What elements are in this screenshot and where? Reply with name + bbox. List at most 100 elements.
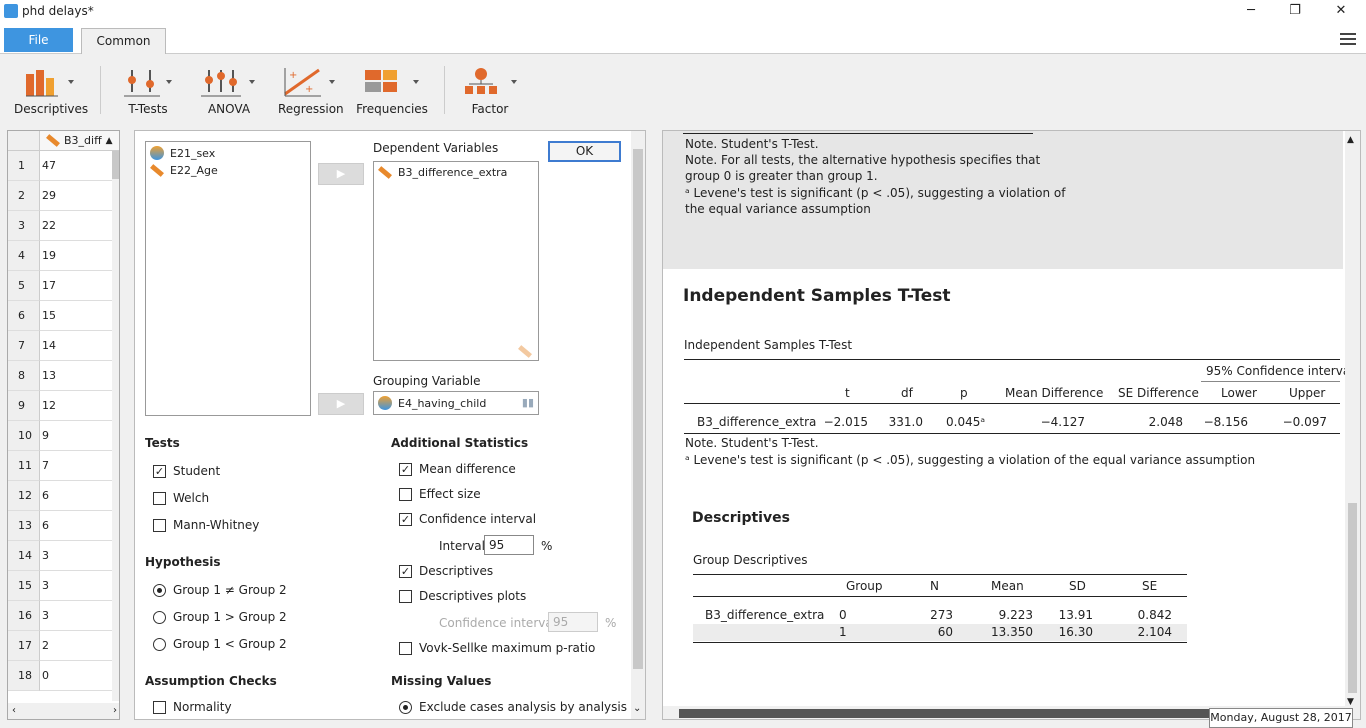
row-number[interactable]: 1 — [8, 151, 40, 181]
variable-label: E21_sex — [170, 146, 216, 160]
data-grid[interactable]: B3_diff ▲ 1 47 2 29 3 22 4 19 5 17 6 15 7 14 8 13 9 12 10 9… — [7, 130, 120, 720]
table-cell[interactable]: 6 — [40, 481, 112, 511]
row-number[interactable]: 16 — [8, 601, 40, 631]
row-number[interactable]: 9 — [8, 391, 40, 421]
row-number[interactable]: 18 — [8, 661, 40, 691]
plot-ci-input[interactable]: 95 — [548, 612, 598, 632]
ttests-button[interactable]: T-Tests — [118, 62, 178, 118]
move-to-dependent-button[interactable]: ▶ — [318, 163, 364, 185]
analysis-scrollbar[interactable]: ⌄ — [631, 131, 645, 719]
list-item[interactable]: E4_having_child — [378, 396, 486, 410]
row-number[interactable]: 13 — [8, 511, 40, 541]
previous-result-area — [663, 131, 1343, 269]
welch-checkbox[interactable]: Welch — [153, 491, 209, 505]
list-item[interactable]: E21_sex — [150, 146, 215, 160]
ok-button[interactable]: OK — [548, 141, 621, 162]
checkbox-icon: ✓ — [153, 464, 166, 478]
scroll-left-icon[interactable]: ‹ — [12, 703, 16, 719]
table-cell[interactable]: 19 — [40, 241, 112, 271]
hypothesis-radio-gt[interactable]: Group 1 > Group 2 — [153, 610, 287, 624]
percent-label: % — [605, 616, 617, 630]
table-cell[interactable]: 7 — [40, 451, 112, 481]
assumption-checks-heading: Assumption Checks — [145, 674, 277, 688]
table-cell[interactable]: 3 — [40, 601, 112, 631]
row-number[interactable]: 4 — [8, 241, 40, 271]
row-number[interactable]: 12 — [8, 481, 40, 511]
regression-button[interactable]: + + Regression — [278, 62, 344, 118]
table-cell: 2.104 — [1137, 625, 1172, 639]
descriptives-plots-checkbox[interactable]: Descriptives plots — [399, 589, 526, 603]
effect-size-checkbox[interactable]: Effect size — [399, 487, 481, 501]
descriptives-button[interactable]: Descriptives — [14, 62, 88, 118]
table-cell[interactable]: 12 — [40, 391, 112, 421]
results-vscrollbar[interactable]: ▲ ▼ — [1345, 131, 1360, 719]
table-cell[interactable]: 47 — [40, 151, 112, 181]
grouping-variable-box[interactable]: E4_having_child ▮▮ — [373, 391, 539, 415]
confidence-interval-checkbox[interactable]: ✓ Confidence interval — [399, 512, 536, 526]
table-cell[interactable]: 22 — [40, 211, 112, 241]
column-header[interactable]: B3_diff ▲ — [40, 131, 119, 151]
table-cell[interactable]: 17 — [40, 271, 112, 301]
normality-checkbox[interactable]: Normality — [153, 700, 232, 714]
table-cell[interactable]: 9 — [40, 421, 112, 451]
row-number[interactable]: 6 — [8, 301, 40, 331]
hypothesis-radio-ne[interactable]: Group 1 ≠ Group 2 — [153, 583, 287, 597]
table-cell[interactable]: 2 — [40, 631, 112, 661]
table-cell: 9.223 — [998, 608, 1033, 622]
table-cell[interactable]: 14 — [40, 331, 112, 361]
option-label: Normality — [173, 700, 232, 714]
close-button[interactable]: ✕ — [1318, 0, 1364, 24]
table-cell[interactable]: 15 — [40, 301, 112, 331]
exclude-radio[interactable]: Exclude cases analysis by analysis — [399, 700, 627, 714]
dependent-variables-box[interactable]: B3_difference_extra — [373, 161, 539, 361]
row-number[interactable]: 7 — [8, 331, 40, 361]
hypothesis-radio-lt[interactable]: Group 1 < Group 2 — [153, 637, 287, 651]
maximize-button[interactable]: ❐ — [1272, 0, 1318, 24]
student-checkbox[interactable]: ✓ Student — [153, 464, 220, 478]
factor-button[interactable]: Factor — [464, 62, 517, 118]
mann-whitney-checkbox[interactable]: Mann-Whitney — [153, 518, 259, 532]
list-item[interactable]: B3_difference_extra — [378, 166, 507, 179]
hamburger-icon[interactable] — [1340, 32, 1356, 46]
row-number[interactable]: 8 — [8, 361, 40, 391]
row-number[interactable]: 2 — [8, 181, 40, 211]
row-number[interactable]: 10 — [8, 421, 40, 451]
row-number[interactable]: 3 — [8, 211, 40, 241]
tab-common[interactable]: Common — [81, 28, 166, 54]
frequencies-label: Frequencies — [356, 102, 428, 116]
table-cell[interactable]: 13 — [40, 361, 112, 391]
vovk-sellke-checkbox[interactable]: Vovk-Sellke maximum p-ratio — [399, 641, 595, 655]
chevron-up-icon[interactable]: ▲ — [1347, 135, 1354, 145]
table-cell: −8.156 — [1203, 415, 1248, 429]
row-number[interactable]: 11 — [8, 451, 40, 481]
grid-hscrollbar[interactable]: ‹ › — [8, 703, 119, 719]
interval-input[interactable]: 95 — [484, 535, 534, 555]
grid-vscrollbar[interactable] — [112, 151, 119, 701]
minimize-button[interactable]: ─ — [1228, 0, 1274, 24]
list-item[interactable]: E22_Age — [150, 164, 218, 177]
table-rule — [684, 433, 1340, 434]
row-number[interactable]: 5 — [8, 271, 40, 301]
chevron-down-icon[interactable]: ▼ — [1347, 697, 1354, 707]
frequencies-button[interactable]: Frequencies — [356, 62, 428, 118]
tab-file[interactable]: File — [4, 28, 73, 52]
table-cell[interactable]: 3 — [40, 541, 112, 571]
table-cell[interactable]: 29 — [40, 181, 112, 211]
variables-list[interactable]: E21_sex E22_Age — [145, 141, 311, 416]
row-number[interactable]: 15 — [8, 571, 40, 601]
descriptives-checkbox[interactable]: ✓ Descriptives — [399, 564, 493, 578]
row-number[interactable]: 14 — [8, 541, 40, 571]
scale-icon — [518, 345, 532, 358]
move-to-grouping-button[interactable]: ▶ — [318, 393, 364, 415]
mean-difference-checkbox[interactable]: ✓ Mean difference — [399, 462, 516, 476]
row-number[interactable]: 17 — [8, 631, 40, 661]
table-cell[interactable]: 3 — [40, 571, 112, 601]
table-cell: 13.350 — [991, 625, 1033, 639]
anova-button[interactable]: ANOVA — [200, 62, 258, 118]
table-cell[interactable]: 0 — [40, 661, 112, 691]
scroll-right-icon[interactable]: › — [113, 703, 117, 719]
scroll-up-icon[interactable]: ▲ — [106, 131, 113, 151]
table-cell[interactable]: 6 — [40, 511, 112, 541]
chevron-down-icon[interactable]: ⌄ — [633, 703, 641, 714]
col-header: N — [930, 579, 939, 593]
